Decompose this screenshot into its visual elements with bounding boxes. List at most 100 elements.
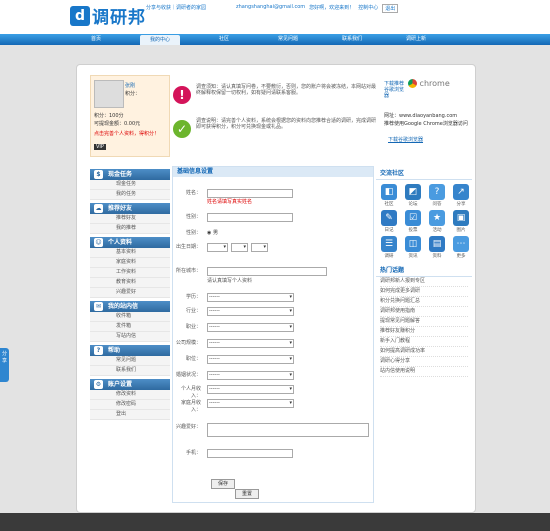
community-item[interactable]: ◩ 论坛: [402, 184, 424, 207]
profile-name[interactable]: 张刚: [125, 82, 135, 89]
community-item[interactable]: ⋯ 更多: [450, 236, 472, 259]
community-item[interactable]: ✎ 日记: [378, 210, 400, 233]
menu-item[interactable]: 收件箱: [90, 312, 170, 322]
birth-year-select[interactable]: [207, 243, 228, 252]
event-icon: ★: [429, 210, 445, 226]
logout-button[interactable]: 退出: [382, 4, 399, 13]
hot-topic[interactable]: 如何提高调研成功率: [380, 347, 468, 357]
top-link-control[interactable]: 控制中心: [358, 4, 378, 13]
chrome-logo[interactable]: chrome: [408, 79, 463, 93]
menu-item[interactable]: 教育资料: [90, 278, 170, 288]
community-grid: ◧ 社区 ◩ 论坛 ? 问答 ↗ 分享 ✎ 日记 ☑ 投票 ★ 活动 ▣ 图片 ☰ 调研 ◫ 资讯 …: [376, 180, 472, 263]
hot-topic[interactable]: 调研邦新人报到专区: [380, 277, 468, 287]
alert-icon: !: [173, 86, 191, 104]
community-item-label: 论坛: [408, 202, 418, 207]
menu-head-label: 我的站内信: [108, 303, 139, 310]
community-item[interactable]: ◧ 社区: [378, 184, 400, 207]
menu-item[interactable]: 修改资料: [90, 390, 170, 400]
menu-item[interactable]: 写站内信: [90, 332, 170, 342]
menu-item[interactable]: 家庭资料: [90, 258, 170, 268]
menu-item[interactable]: 工作资料: [90, 268, 170, 278]
community-item[interactable]: ☰ 调研: [378, 236, 400, 259]
check-icon: ✓: [173, 120, 191, 138]
nav-contact[interactable]: 联系我们: [332, 34, 372, 45]
nav-my-center[interactable]: 我的中心: [140, 35, 180, 45]
community-item[interactable]: ↗ 分享: [450, 184, 472, 207]
menu-item[interactable]: 我的任务: [90, 190, 170, 200]
menu-head-cash[interactable]: $ 现金任务: [90, 169, 170, 180]
menu-head-messages[interactable]: ✉ 我的站内信: [90, 301, 170, 312]
question-icon: ?: [429, 184, 445, 200]
menu-item[interactable]: 发件箱: [90, 322, 170, 332]
name-input[interactable]: [207, 189, 293, 198]
field-label: 出生日期：: [175, 244, 201, 250]
hot-topic[interactable]: 调研心得分享: [380, 357, 468, 367]
menu-item[interactable]: 常见问题: [90, 356, 170, 366]
hot-topic[interactable]: 提现常见问题解答: [380, 317, 468, 327]
left-menu: $ 现金任务 现金任务 我的任务 ☁ 推荐好友 推荐好友 我的推荐 ☺ 个人资料 基本…: [90, 166, 170, 420]
reset-button[interactable]: 重置: [235, 489, 259, 499]
user-email[interactable]: zhangshanghai@gmail.com: [236, 4, 305, 13]
interest-input[interactable]: [207, 423, 369, 437]
hot-topic[interactable]: 调研邦使用指南: [380, 307, 468, 317]
hot-topic[interactable]: 站内信使用说明: [380, 367, 468, 377]
community-item[interactable]: ? 问答: [426, 184, 448, 207]
menu-head-label: 个人资料: [108, 239, 133, 246]
menu-item[interactable]: 修改密码: [90, 400, 170, 410]
profile-complete-link[interactable]: 点击完善个人资料，得积分！: [94, 130, 159, 137]
nav-community[interactable]: 社区: [204, 34, 244, 45]
menu-item[interactable]: 现金任务: [90, 180, 170, 190]
logo[interactable]: d 调研邦: [70, 3, 146, 28]
menu-item[interactable]: 我的推荐: [90, 224, 170, 234]
community-item-label: 图片: [456, 228, 466, 233]
gender-input[interactable]: [207, 213, 293, 222]
menu-item[interactable]: 联系我们: [90, 366, 170, 376]
hot-topic[interactable]: 积分兑换问题汇总: [380, 297, 468, 307]
phone-input[interactable]: [207, 449, 293, 458]
community-item[interactable]: ◫ 资讯: [402, 236, 424, 259]
marital-select[interactable]: ------: [207, 371, 294, 380]
family-income-select[interactable]: ------: [207, 399, 294, 408]
personal-income-select[interactable]: ------: [207, 385, 294, 394]
industry-select[interactable]: ------: [207, 307, 294, 316]
form-row: 请认真填写个人资料: [173, 277, 373, 286]
community-item[interactable]: ▣ 图片: [450, 210, 472, 233]
menu-item[interactable]: 推荐好友: [90, 214, 170, 224]
birth-day-select[interactable]: [251, 243, 268, 252]
menu-item[interactable]: 基本资料: [90, 248, 170, 258]
hot-topic[interactable]: 新手入门教程: [380, 337, 468, 347]
chat-icon: ◧: [381, 184, 397, 200]
community-item[interactable]: ★ 活动: [426, 210, 448, 233]
hot-topic[interactable]: 推荐好友赚积分: [380, 327, 468, 337]
avatar[interactable]: [94, 80, 124, 108]
position-select[interactable]: ------: [207, 355, 294, 364]
city-input[interactable]: [207, 267, 327, 276]
hot-topic[interactable]: 如何完成更多调研: [380, 287, 468, 297]
birth-month-select[interactable]: [231, 243, 248, 252]
save-button[interactable]: 保存: [211, 479, 235, 489]
top-links: zhangshanghai@gmail.com 您好啊，欢迎来到！ 控制中心 退…: [236, 4, 399, 13]
menu-head-invite[interactable]: ☁ 推荐好友: [90, 203, 170, 214]
form-row: 姓名：: [173, 189, 373, 198]
company-size-select[interactable]: ------: [207, 339, 294, 348]
community-item[interactable]: ☑ 投票: [402, 210, 424, 233]
community-title: 交流社区: [376, 166, 472, 180]
nav-home[interactable]: 首页: [76, 34, 116, 45]
nav-new[interactable]: 调研上新: [396, 34, 436, 45]
menu-head-help[interactable]: ? 帮助: [90, 345, 170, 356]
menu-item[interactable]: 兴趣爱好: [90, 288, 170, 298]
nav-faq[interactable]: 常见问题: [268, 34, 308, 45]
occupation-select[interactable]: ------: [207, 323, 294, 332]
top-link-welcome[interactable]: 您好啊，欢迎来到！: [309, 4, 354, 13]
menu-head-account[interactable]: ⚙ 账户设置: [90, 379, 170, 390]
field-label: 姓名：: [185, 190, 201, 196]
browser-recommend: 下载推荐谷歌浏览器 chrome 网址：www.diaoyanbang.com …: [382, 79, 472, 145]
community-item[interactable]: ▤ 资料: [426, 236, 448, 259]
share-tab[interactable]: 分享: [0, 348, 9, 382]
menu-head-profile[interactable]: ☺ 个人资料: [90, 237, 170, 248]
education-select[interactable]: ------: [207, 293, 294, 302]
download-chrome-link[interactable]: 下载谷歌浏览器: [388, 136, 423, 143]
gender-radio[interactable]: ◉ 男: [207, 229, 218, 236]
menu-item[interactable]: 登出: [90, 410, 170, 420]
vote-icon: ☑: [405, 210, 421, 226]
